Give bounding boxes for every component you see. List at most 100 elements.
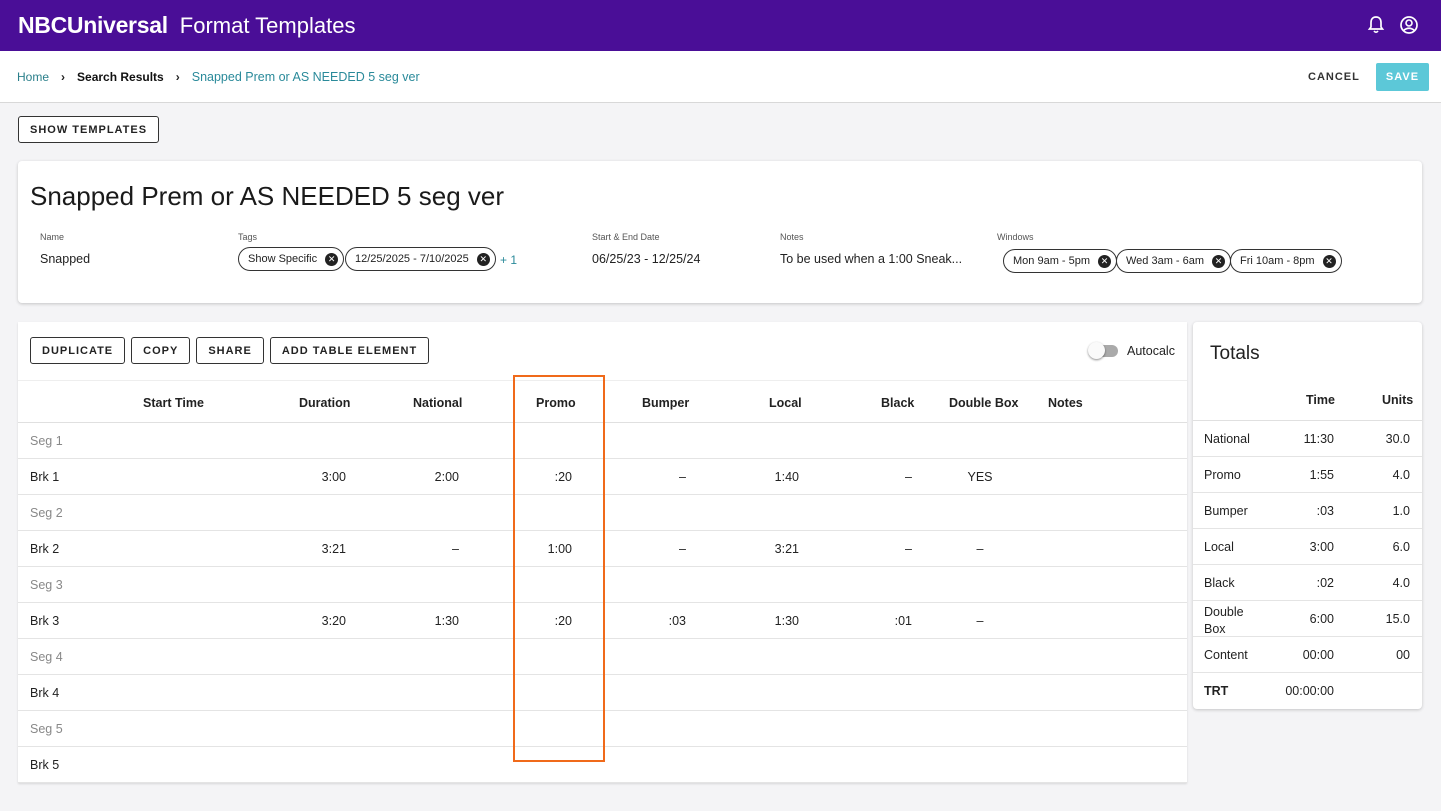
totals-title: Totals bbox=[1210, 343, 1260, 364]
show-templates-button[interactable]: SHOW TEMPLATES bbox=[18, 116, 160, 143]
column-header[interactable]: Notes bbox=[1048, 396, 1083, 410]
table-row[interactable]: Brk 1 3:00 2:00:20 – 1:40 – YES bbox=[18, 459, 1187, 495]
table-cell[interactable]: – bbox=[852, 542, 912, 556]
table-cell[interactable]: – bbox=[399, 542, 459, 556]
table-cell[interactable]: 3:20 bbox=[286, 614, 346, 628]
totals-row-label: Double Box bbox=[1204, 605, 1244, 636]
table-row[interactable]: Brk 3 3:20 1:30:20:03 1:30:01 – bbox=[18, 603, 1187, 639]
table-cell[interactable]: :20 bbox=[512, 470, 572, 484]
dates-label: Start & End Date bbox=[592, 232, 660, 242]
totals-row-units: 4.0 bbox=[1392, 468, 1410, 482]
table-cell[interactable]: :20 bbox=[512, 614, 572, 628]
table-cell[interactable]: – bbox=[626, 542, 686, 556]
totals-row: Double Box 6:00 15.0 bbox=[1193, 601, 1422, 637]
close-icon[interactable]: ✕ bbox=[1322, 254, 1336, 268]
tag-chip[interactable]: 12/25/2025 - 7/10/2025 ✕ bbox=[345, 247, 496, 271]
close-icon[interactable]: ✕ bbox=[476, 252, 490, 266]
column-header[interactable]: Local bbox=[769, 396, 802, 410]
totals-row-time: 00:00:00 bbox=[1285, 684, 1334, 698]
tag-chip[interactable]: Show Specific ✕ bbox=[238, 247, 345, 271]
totals-row-units: 15.0 bbox=[1385, 612, 1410, 626]
dates-value: 06/25/23 - 12/25/24 bbox=[592, 252, 701, 266]
chevron-right-icon: › bbox=[175, 70, 180, 84]
table-cell[interactable]: – bbox=[852, 470, 912, 484]
table-cell[interactable]: :01 bbox=[852, 614, 912, 628]
totals-row: TRT 00:00:00 bbox=[1193, 673, 1422, 709]
window-chip-label: Mon 9am - 5pm bbox=[1013, 255, 1091, 267]
tag-chip-label: 12/25/2025 - 7/10/2025 bbox=[355, 253, 469, 265]
breadcrumb-home[interactable]: Home bbox=[17, 70, 49, 84]
table-cell[interactable]: 1:00 bbox=[512, 542, 572, 556]
column-header[interactable]: Duration bbox=[299, 396, 350, 410]
table-cell[interactable]: – bbox=[626, 470, 686, 484]
tags-more-link[interactable]: + 1 bbox=[500, 253, 517, 267]
autocalc-label: Autocalc bbox=[1127, 344, 1175, 358]
table-cell[interactable]: 1:30 bbox=[739, 614, 799, 628]
totals-row-units: 4.0 bbox=[1392, 576, 1410, 590]
duplicate-button[interactable]: DUPLICATE bbox=[30, 337, 126, 364]
name-value: Snapped bbox=[40, 252, 91, 266]
table-row[interactable]: Seg 4 bbox=[18, 639, 1187, 675]
table-cell[interactable]: YES bbox=[950, 470, 1010, 484]
close-icon[interactable]: ✕ bbox=[1212, 254, 1226, 268]
close-icon[interactable]: ✕ bbox=[325, 252, 339, 266]
share-button[interactable]: SHARE bbox=[196, 337, 264, 364]
bell-icon[interactable] bbox=[1367, 15, 1385, 35]
add-table-element-button[interactable]: ADD TABLE ELEMENT bbox=[269, 337, 430, 364]
totals-row: Promo 1:55 4.0 bbox=[1193, 457, 1422, 493]
notes-label: Notes bbox=[780, 232, 804, 242]
window-chip[interactable]: Wed 3am - 6am ✕ bbox=[1116, 249, 1232, 273]
row-label: Brk 4 bbox=[30, 686, 60, 700]
table-cell[interactable]: 3:21 bbox=[286, 542, 346, 556]
table-cell[interactable]: :03 bbox=[626, 614, 686, 628]
table-cell[interactable]: – bbox=[950, 542, 1010, 556]
toggle-switch[interactable] bbox=[1088, 342, 1118, 359]
cancel-button[interactable]: CANCEL bbox=[1296, 69, 1372, 85]
table-cell[interactable]: 2:00 bbox=[399, 470, 459, 484]
column-header[interactable]: Promo bbox=[536, 396, 576, 410]
table-cell[interactable]: 3:21 bbox=[739, 542, 799, 556]
totals-units-header: Units bbox=[1382, 393, 1414, 407]
toggle-knob bbox=[1088, 342, 1105, 359]
window-chip[interactable]: Mon 9am - 5pm ✕ bbox=[1003, 249, 1118, 273]
totals-row-units: 30.0 bbox=[1385, 432, 1410, 446]
column-header[interactable]: Double Box bbox=[949, 396, 1018, 410]
column-header[interactable]: Start Time bbox=[143, 396, 204, 410]
totals-row-time: :02 bbox=[1316, 576, 1334, 590]
column-header[interactable]: Black bbox=[881, 396, 914, 410]
table-row[interactable]: Brk 5 bbox=[18, 747, 1187, 783]
table-row[interactable]: Brk 2 3:21 – 1:00 – 3:21 – – bbox=[18, 531, 1187, 567]
table-cell[interactable]: 1:30 bbox=[399, 614, 459, 628]
column-header[interactable]: National bbox=[413, 396, 462, 410]
tag-chip-label: Show Specific bbox=[248, 253, 318, 265]
table-row[interactable]: Seg 1 bbox=[18, 423, 1187, 459]
totals-row: National 11:30 30.0 bbox=[1193, 421, 1422, 457]
close-icon[interactable]: ✕ bbox=[1098, 254, 1112, 268]
column-header[interactable]: Bumper bbox=[642, 396, 689, 410]
save-button[interactable]: SAVE bbox=[1376, 63, 1429, 91]
account-icon[interactable] bbox=[1399, 15, 1419, 35]
table-row[interactable]: Seg 5 bbox=[18, 711, 1187, 747]
autocalc-toggle[interactable]: Autocalc bbox=[1088, 342, 1175, 359]
row-label: Seg 1 bbox=[30, 434, 63, 448]
brand-logo: NBCUniversal bbox=[18, 12, 168, 38]
totals-row-time: 6:00 bbox=[1309, 612, 1334, 626]
breadcrumb-search-results[interactable]: Search Results bbox=[77, 70, 164, 84]
row-label: Seg 4 bbox=[30, 650, 63, 664]
table-cell[interactable]: 1:40 bbox=[739, 470, 799, 484]
totals-row-time: :03 bbox=[1316, 504, 1334, 518]
totals-row: Content 00:00 00 bbox=[1193, 637, 1422, 673]
totals-row-time: 1:55 bbox=[1309, 468, 1334, 482]
window-chip-label: Fri 10am - 8pm bbox=[1240, 255, 1315, 267]
page-title: Snapped Prem or AS NEEDED 5 seg ver bbox=[30, 181, 505, 211]
table-row[interactable]: Seg 3 bbox=[18, 567, 1187, 603]
app-title: Format Templates bbox=[179, 12, 356, 38]
table-cell[interactable]: 3:00 bbox=[286, 470, 346, 484]
row-label: Brk 5 bbox=[30, 758, 60, 772]
copy-button[interactable]: COPY bbox=[131, 337, 191, 364]
notes-value: To be used when a 1:00 Sneak... bbox=[780, 252, 963, 266]
table-cell[interactable]: – bbox=[950, 614, 1010, 628]
table-row[interactable]: Brk 4 bbox=[18, 675, 1187, 711]
window-chip[interactable]: Fri 10am - 8pm ✕ bbox=[1230, 249, 1342, 273]
table-row[interactable]: Seg 2 bbox=[18, 495, 1187, 531]
